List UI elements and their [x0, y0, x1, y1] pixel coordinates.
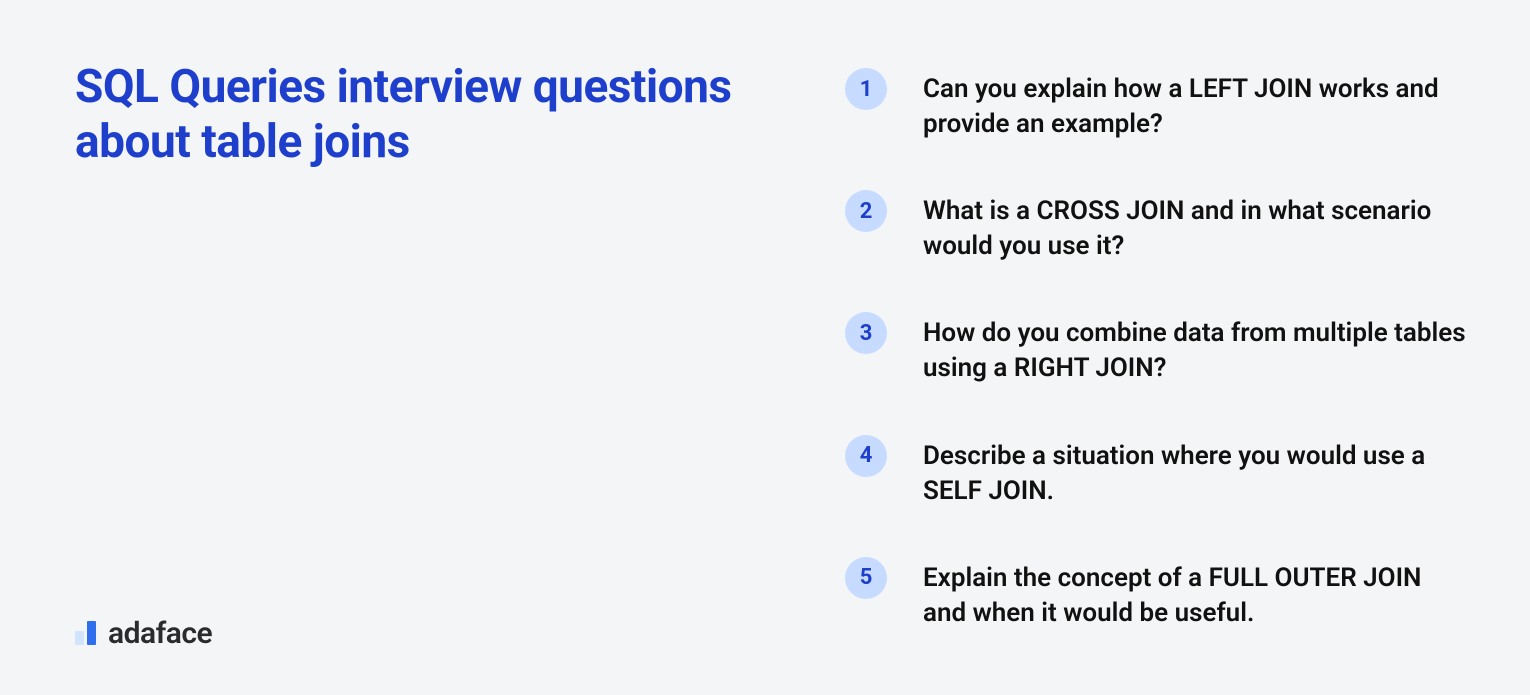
questions-list: 1 Can you explain how a LEFT JOIN works …: [775, 60, 1470, 645]
brand-name: adaface: [108, 619, 212, 649]
question-text: Can you explain how a LEFT JOIN works an…: [923, 68, 1470, 142]
question-number-badge: 4: [845, 435, 887, 477]
list-item: 3 How do you combine data from multiple …: [845, 312, 1470, 386]
question-number-badge: 5: [845, 557, 887, 599]
list-item: 1 Can you explain how a LEFT JOIN works …: [845, 68, 1470, 142]
list-item: 2 What is a CROSS JOIN and in what scena…: [845, 190, 1470, 264]
page-container: SQL Queries interview questions about ta…: [0, 0, 1530, 695]
left-column: SQL Queries interview questions about ta…: [75, 60, 775, 645]
brand-logo: adaface: [75, 615, 212, 645]
logo-bars-icon: [75, 621, 96, 645]
list-item: 4 Describe a situation where you would u…: [845, 435, 1470, 509]
question-text: How do you combine data from multiple ta…: [923, 312, 1470, 386]
question-number-badge: 1: [845, 68, 887, 110]
question-text: Describe a situation where you would use…: [923, 435, 1470, 509]
question-text: Explain the concept of a FULL OUTER JOIN…: [923, 557, 1470, 631]
question-number-badge: 3: [845, 312, 887, 354]
question-text: What is a CROSS JOIN and in what scenari…: [923, 190, 1470, 264]
question-number-badge: 2: [845, 190, 887, 232]
list-item: 5 Explain the concept of a FULL OUTER JO…: [845, 557, 1470, 631]
page-title: SQL Queries interview questions about ta…: [75, 60, 775, 170]
